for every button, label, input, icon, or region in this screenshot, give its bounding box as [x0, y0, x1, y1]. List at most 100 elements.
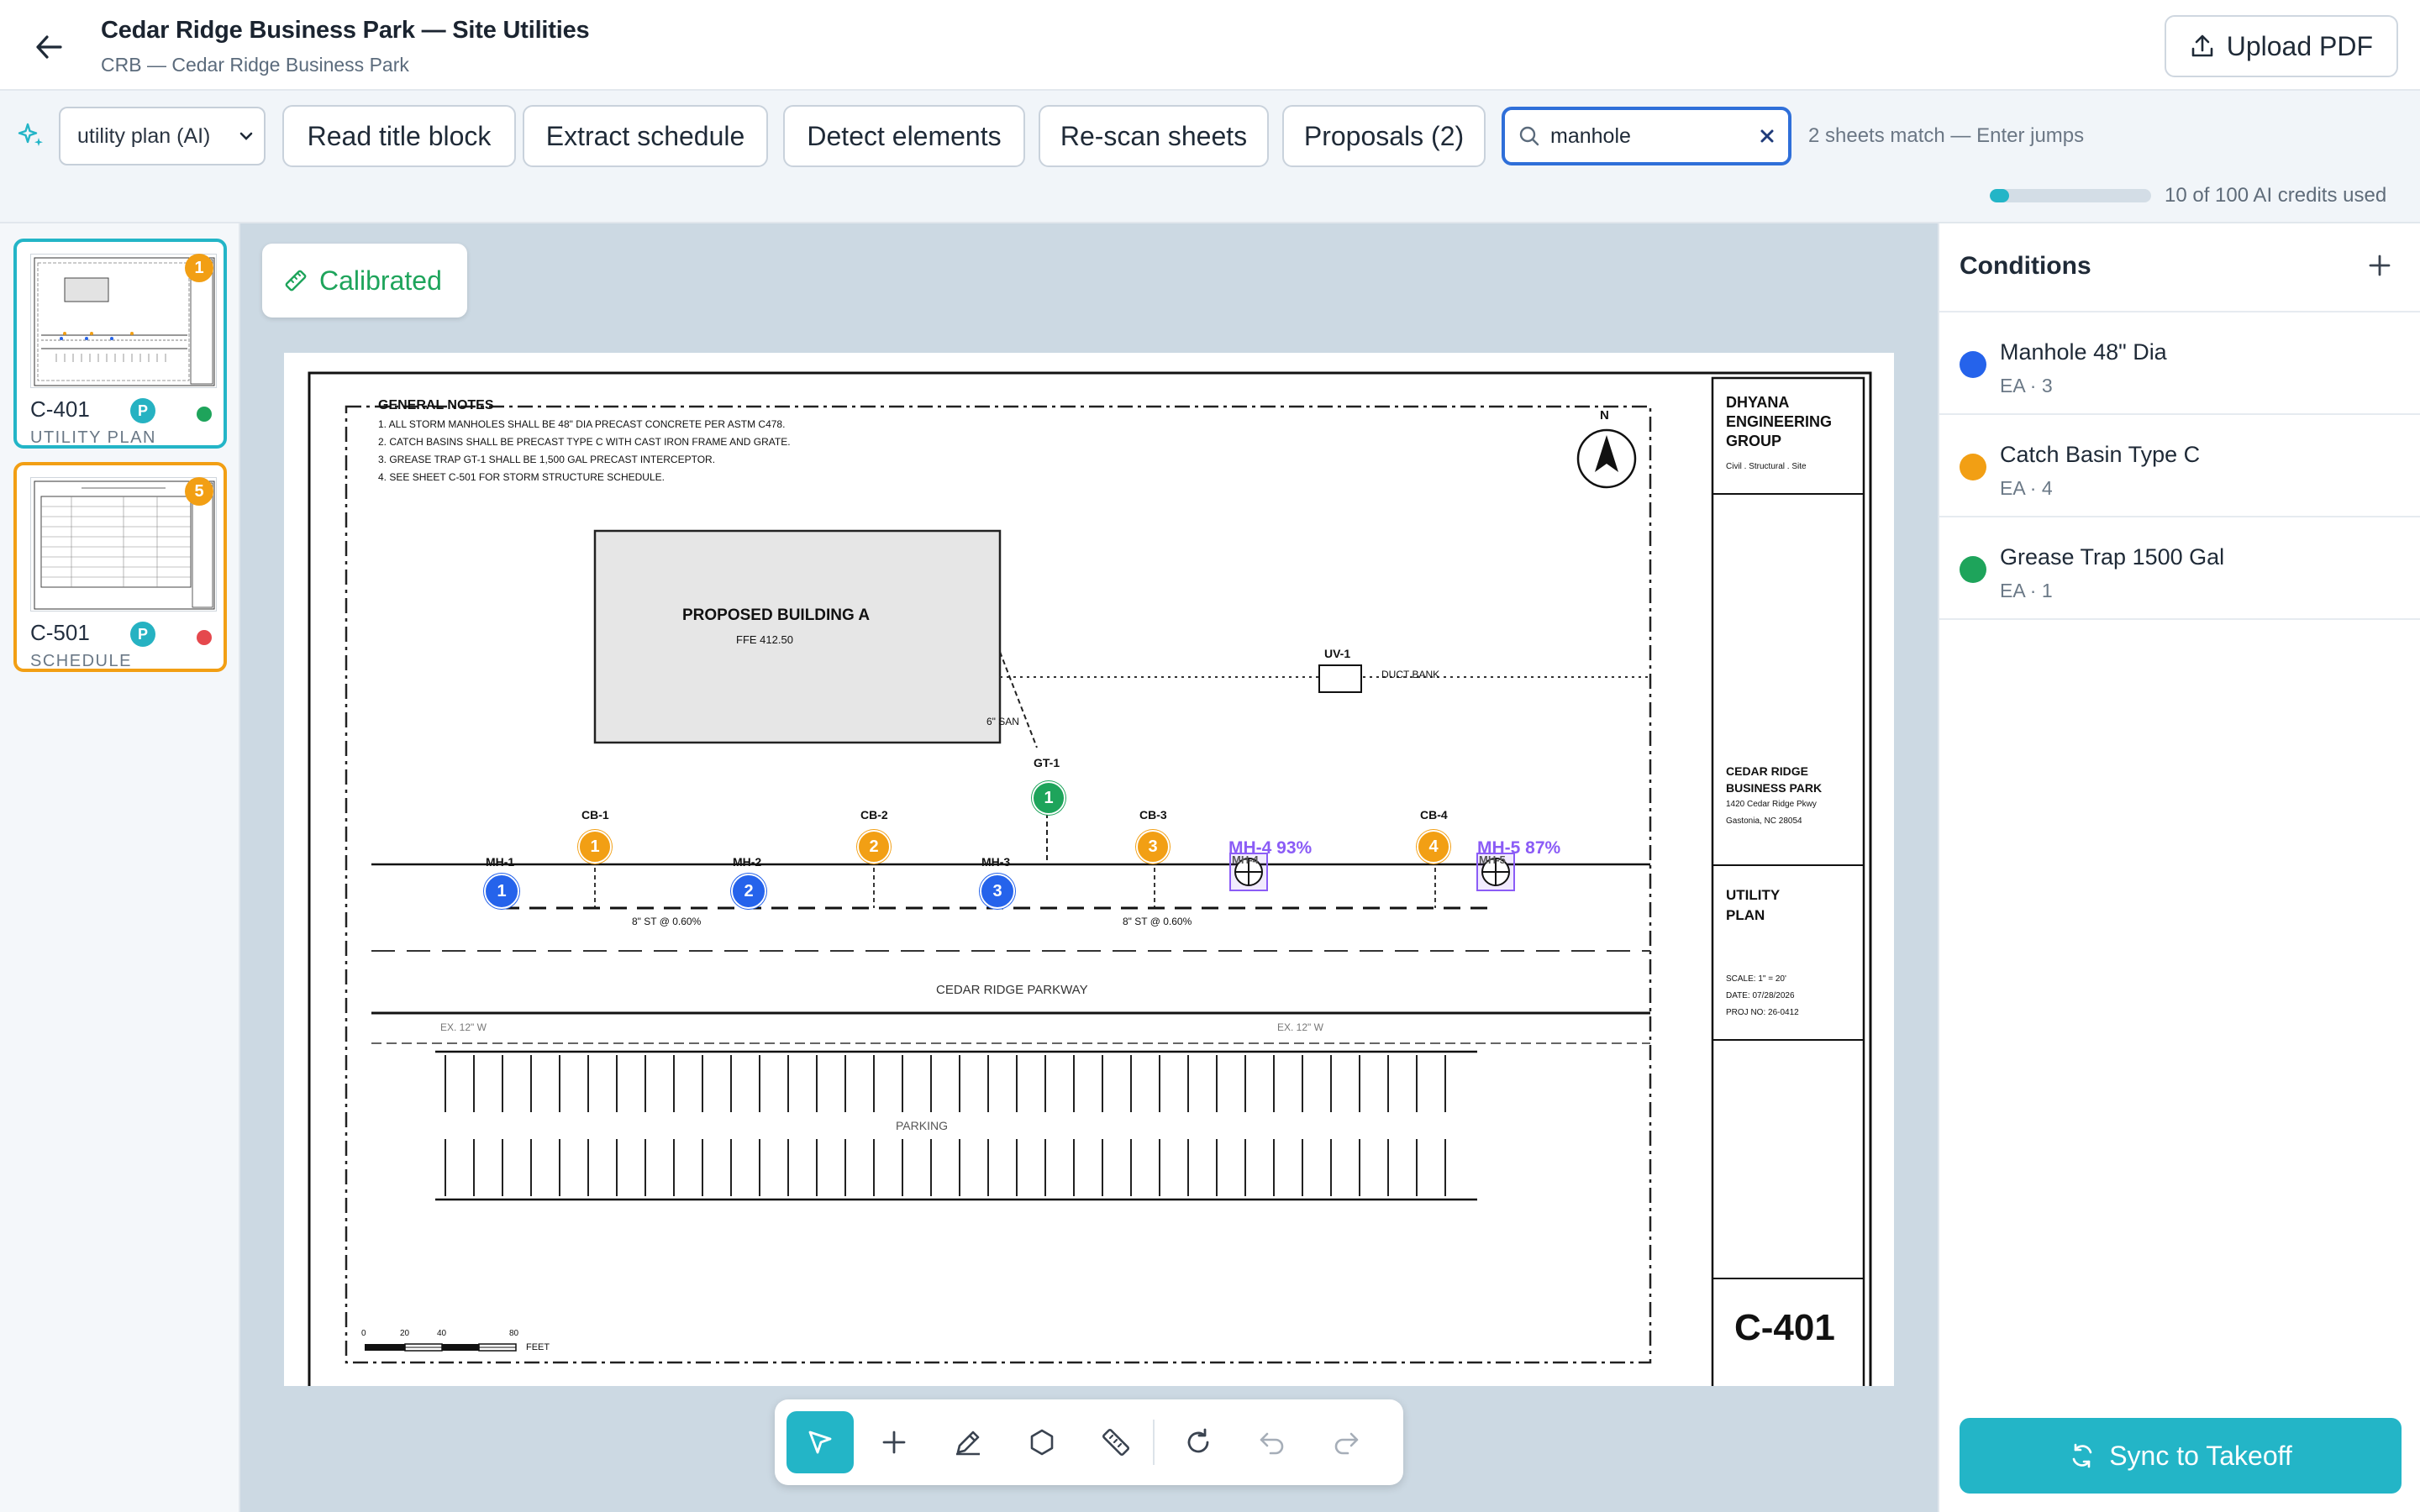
add-condition-icon[interactable]: [2363, 249, 2396, 282]
rescan-sheets-button[interactable]: Re-scan sheets: [1039, 105, 1269, 167]
plus-icon: [882, 1431, 906, 1454]
building-label: PROPOSED BUILDING A: [682, 606, 871, 624]
select-tool[interactable]: [786, 1411, 854, 1473]
scale-tick: 20: [400, 1329, 410, 1338]
condition-item[interactable]: Manhole 48" Dia EA · 3: [1939, 312, 2420, 415]
condition-color-dot: [1960, 556, 1986, 583]
sheet-title: UTILITY PLAN: [1726, 887, 1780, 923]
upload-icon: [2191, 34, 2213, 57]
catch-basin-marker[interactable]: 4: [1417, 830, 1450, 864]
note-2: 2. CATCH BASINS SHALL BE PRECAST TYPE C …: [378, 436, 791, 448]
upload-pdf-button[interactable]: Upload PDF: [2164, 15, 2398, 77]
firm-name: DHYANA ENGINEERING GROUP: [1726, 394, 1833, 449]
sheet-number-large: C-401: [1734, 1307, 1835, 1348]
note-4: 4. SEE SHEET C-501 FOR STORM STRUCTURE S…: [378, 471, 665, 483]
manhole-marker[interactable]: 3: [980, 874, 1015, 909]
redo-tool[interactable]: [1313, 1411, 1380, 1473]
drawing-sheet: GENERAL NOTES 1. ALL STORM MANHOLES SHAL…: [284, 353, 1894, 1386]
note-3: 3. GREASE TRAP GT-1 SHALL BE 1,500 GAL P…: [378, 454, 716, 465]
drawing-linework: [308, 371, 1872, 1386]
sync-label: Sync to Takeoff: [2109, 1440, 2292, 1471]
drawing-toolbar: [775, 1399, 1403, 1485]
water-label: EX. 12" W: [440, 1021, 487, 1033]
grease-trap-marker[interactable]: 1: [1032, 781, 1065, 815]
condition-name: Grease Trap 1500 Gal: [2000, 544, 2225, 570]
san-label: 6" SAN: [986, 716, 1019, 727]
cb-label: CB-1: [581, 808, 609, 822]
sheet-number: C-401: [30, 396, 90, 422]
building-ffe: FFE 412.50: [736, 633, 793, 646]
undo-tool[interactable]: [1239, 1411, 1306, 1473]
catch-basin-marker[interactable]: 3: [1136, 830, 1170, 864]
firm-disciplines: Civil . Structural . Site: [1726, 462, 1807, 471]
project-number: PROJ NO: 26-0412: [1726, 1008, 1799, 1017]
back-arrow-icon[interactable]: [30, 29, 67, 66]
processed-badge: P: [130, 398, 155, 423]
uv-label: UV-1: [1324, 647, 1351, 660]
condition-meta: EA · 3: [2000, 375, 2053, 396]
water-label: EX. 12" W: [1277, 1021, 1323, 1033]
processed-badge: P: [130, 622, 155, 647]
condition-item[interactable]: Catch Basin Type C EA · 4: [1939, 415, 2420, 517]
pipe-label: 8" ST @ 0.60%: [632, 916, 702, 927]
cb-label: CB-3: [1139, 808, 1167, 822]
draw-tool[interactable]: [934, 1411, 1002, 1473]
mode-select-value: utility plan (AI): [77, 123, 211, 148]
cb-label: CB-2: [860, 808, 888, 822]
sheet-search-input[interactable]: manhole: [1502, 107, 1791, 165]
scale-tick: 0: [361, 1329, 366, 1338]
measure-tool[interactable]: [1082, 1411, 1150, 1473]
sheet-status-dot: [197, 630, 212, 645]
condition-color-dot: [1960, 454, 1986, 480]
proposals-button[interactable]: Proposals (2): [1282, 105, 1486, 167]
street-label: CEDAR RIDGE PARKWAY: [936, 983, 1088, 997]
calibrated-label: Calibrated: [319, 265, 442, 296]
toolbar-divider: [1153, 1420, 1155, 1465]
catch-basin-marker[interactable]: 1: [578, 830, 612, 864]
sheet-type: UTILITY PLAN: [30, 428, 156, 447]
conditions-header: Conditions: [1939, 223, 2420, 312]
refresh-tool[interactable]: [1165, 1411, 1232, 1473]
condition-item[interactable]: Grease Trap 1500 Gal EA · 1: [1939, 517, 2420, 620]
sync-to-takeoff-button[interactable]: Sync to Takeoff: [1960, 1418, 2402, 1494]
sheet-date: DATE: 07/28/2026: [1726, 991, 1795, 1000]
general-notes-title: GENERAL NOTES: [378, 398, 494, 412]
condition-meta: EA · 4: [2000, 477, 2053, 499]
mh-label: MH-1: [486, 855, 515, 869]
hexagon-icon: [1030, 1429, 1054, 1456]
search-match-status: 2 sheets match — Enter jumps: [1808, 124, 2085, 147]
note-1: 1. ALL STORM MANHOLES SHALL BE 48" DIA P…: [378, 418, 786, 430]
add-point-tool[interactable]: [860, 1411, 928, 1473]
condition-color-dot: [1960, 351, 1986, 378]
gt-label: GT-1: [1034, 756, 1060, 769]
area-tool[interactable]: [1008, 1411, 1076, 1473]
clear-search-icon[interactable]: [1756, 125, 1778, 147]
catch-basin-marker[interactable]: 2: [857, 830, 891, 864]
project-address-2: Gastonia, NC 28054: [1726, 816, 1802, 826]
credits-progress-fill: [1990, 189, 2010, 202]
project-subtitle: CRB — Cedar Ridge Business Park: [101, 54, 409, 76]
mode-select[interactable]: utility plan (AI): [59, 107, 266, 165]
search-query: manhole: [1550, 123, 1631, 148]
sheet-card-c501[interactable]: 5 C-501 P SCHEDULE: [13, 462, 227, 672]
credits-usage-text: 10 of 100 AI credits used: [2165, 184, 2387, 207]
condition-meta: EA · 1: [2000, 580, 2053, 601]
proposal-count-badge: 5: [185, 477, 213, 506]
read-title-block-button[interactable]: Read title block: [282, 105, 516, 167]
proposal-confidence[interactable]: MH-5 87%: [1477, 838, 1560, 858]
sync-icon: [2072, 1443, 2092, 1468]
detect-elements-button[interactable]: Detect elements: [783, 105, 1025, 167]
project-address-1: 1420 Cedar Ridge Pkwy: [1726, 800, 1817, 809]
mh-label: MH-3: [981, 855, 1011, 869]
manhole-marker[interactable]: 2: [731, 874, 766, 909]
pipe-label: 8" ST @ 0.60%: [1123, 916, 1192, 927]
proposal-confidence[interactable]: MH-4 93%: [1228, 838, 1312, 858]
calibrated-indicator[interactable]: Calibrated: [262, 244, 467, 318]
upload-pdf-label: Upload PDF: [2226, 30, 2373, 61]
manhole-marker[interactable]: 1: [484, 874, 519, 909]
sheet-card-c401[interactable]: 1 C-401 P UTILITY PLAN: [13, 239, 227, 449]
extract-schedule-button[interactable]: Extract schedule: [523, 105, 768, 167]
ruler-icon: [285, 270, 307, 291]
proposal-count-badge: 1: [185, 254, 213, 282]
drawing-canvas[interactable]: Calibrated GENERAL NOTES 1. ALL STORM MA…: [240, 223, 1938, 1512]
